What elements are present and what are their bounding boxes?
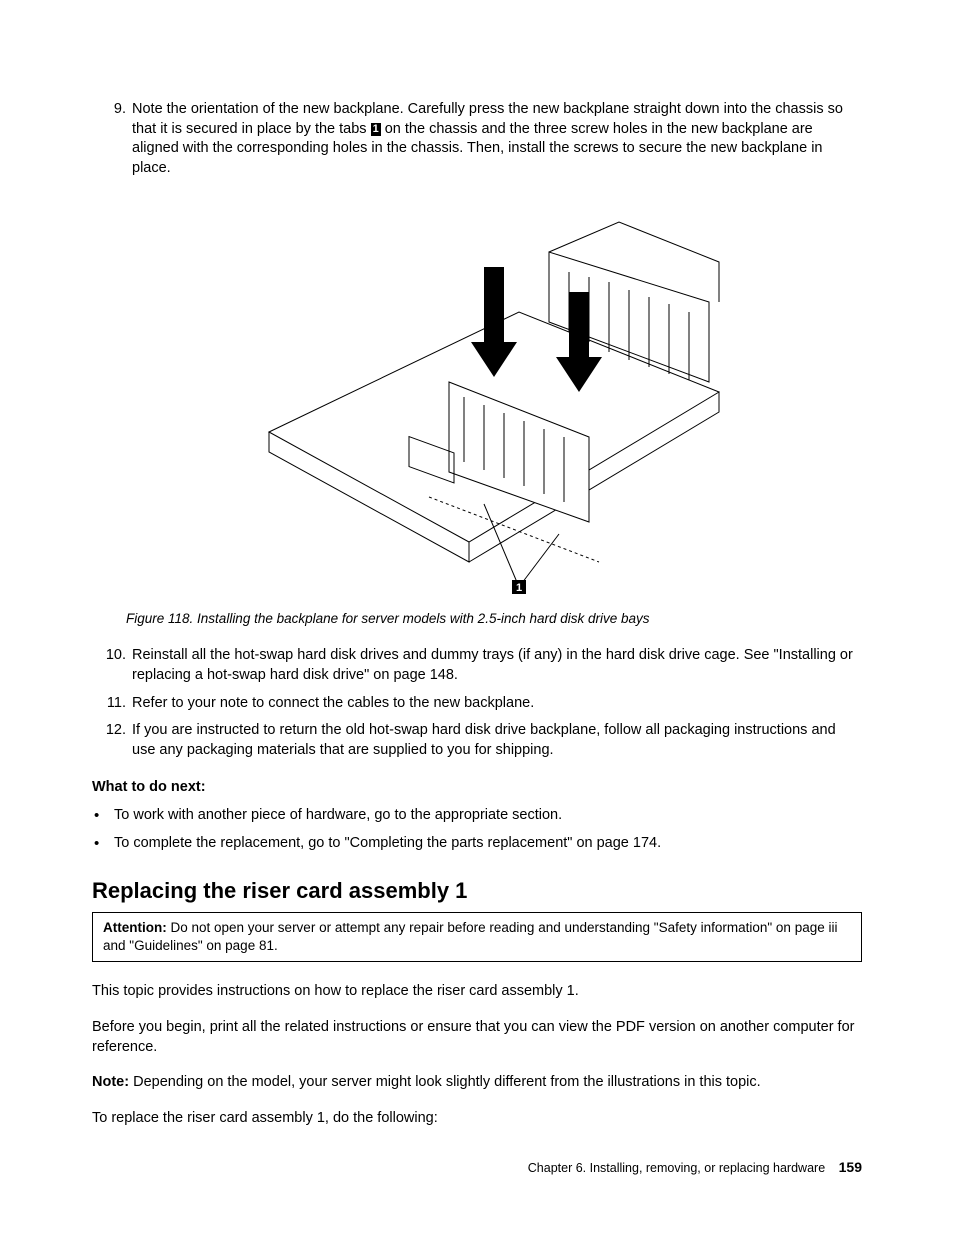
figure-caption: Figure 118. Installing the backplane for… xyxy=(126,610,862,628)
procedure-steps: 9. Note the orientation of the new backp… xyxy=(92,100,862,178)
callout-1-icon: 1 xyxy=(371,123,381,136)
note-text: Depending on the model, your server migh… xyxy=(133,1074,761,1090)
step-text: Reinstall all the hot-swap hard disk dri… xyxy=(132,646,862,685)
step-text: If you are instructed to return the old … xyxy=(132,721,862,760)
section-heading: Replacing the riser card assembly 1 xyxy=(92,876,862,906)
bullet-text: To work with another piece of hardware, … xyxy=(114,806,562,826)
figure-caption-text: Installing the backplane for server mode… xyxy=(197,611,649,626)
list-item: To work with another piece of hardware, … xyxy=(92,806,862,826)
paragraph: Before you begin, print all the related … xyxy=(92,1018,862,1057)
backplane-install-illustration: 1 xyxy=(259,202,729,602)
chapter-label: Chapter 6. Installing, removing, or repl… xyxy=(528,1161,825,1175)
step-number: 10. xyxy=(92,646,132,685)
paragraph: To replace the riser card assembly 1, do… xyxy=(92,1109,862,1129)
page-number: 159 xyxy=(839,1159,862,1175)
note-paragraph: Note: Depending on the model, your serve… xyxy=(92,1073,862,1093)
step-number: 12. xyxy=(92,721,132,760)
bullet-text: To complete the replacement, go to "Comp… xyxy=(114,834,661,854)
step-text: Refer to your note to connect the cables… xyxy=(132,694,862,714)
page-footer: Chapter 6. Installing, removing, or repl… xyxy=(528,1158,862,1177)
figure-callout-label: 1 xyxy=(516,582,522,594)
step-9: 9. Note the orientation of the new backp… xyxy=(92,100,862,178)
document-page: 9. Note the orientation of the new backp… xyxy=(0,0,954,1235)
what-next-list: To work with another piece of hardware, … xyxy=(92,806,862,855)
step-10: 10. Reinstall all the hot-swap hard disk… xyxy=(92,646,862,685)
step-body: Note the orientation of the new backplan… xyxy=(132,100,862,178)
down-arrow-icon xyxy=(471,267,602,392)
list-item: To complete the replacement, go to "Comp… xyxy=(92,834,862,854)
step-11: 11. Refer to your note to connect the ca… xyxy=(92,694,862,714)
step-number: 11. xyxy=(92,694,132,714)
step-number: 9. xyxy=(92,100,132,178)
figure-number: Figure 118. xyxy=(126,611,197,626)
note-label: Note: xyxy=(92,1074,133,1090)
step-12: 12. If you are instructed to return the … xyxy=(92,721,862,760)
attention-label: Attention: xyxy=(103,920,170,935)
procedure-steps-cont: 10. Reinstall all the hot-swap hard disk… xyxy=(92,646,862,760)
attention-box: Attention: Do not open your server or at… xyxy=(92,912,862,962)
figure-118: 1 Figure 118. Installing the backplane f… xyxy=(126,202,862,628)
paragraph: This topic provides instructions on how … xyxy=(92,982,862,1002)
what-next-heading: What to do next: xyxy=(92,778,862,798)
attention-text: Do not open your server or attempt any r… xyxy=(103,920,837,953)
